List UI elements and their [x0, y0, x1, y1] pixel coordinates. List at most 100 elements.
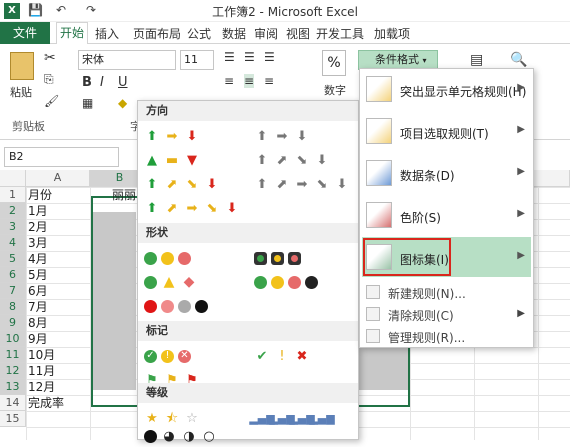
- row-header[interactable]: 7: [0, 283, 26, 299]
- menu-item[interactable]: 突出显示单元格规则(H) ▶: [360, 71, 533, 109]
- arrow-right-icon: ➡: [296, 176, 308, 192]
- row-header[interactable]: 13: [0, 379, 26, 395]
- row-header[interactable]: 11: [0, 347, 26, 363]
- icon-set-3-symbols[interactable]: ✔! ✖: [254, 345, 310, 367]
- tab-view[interactable]: 视图: [286, 25, 310, 42]
- icon-set-4-arrows-gray[interactable]: ⬆ ⬈ ⬊ ⬇: [254, 149, 330, 171]
- arrow-down-right-icon: ⬊: [206, 200, 218, 216]
- icon-set-3-symbols-circled[interactable]: ✓! ✕: [144, 345, 191, 367]
- cut-icon[interactable]: ✂: [44, 50, 56, 66]
- row-header[interactable]: 14: [0, 395, 26, 411]
- tab-data[interactable]: 数据: [222, 25, 246, 42]
- paste-icon[interactable]: [10, 52, 34, 80]
- icon-set-quarters[interactable]: ◕ ◑ ○: [144, 425, 217, 447]
- underline-button[interactable]: U: [118, 75, 128, 90]
- name-box[interactable]: B2: [4, 147, 119, 167]
- row-header[interactable]: 15: [0, 411, 26, 427]
- row-header[interactable]: 12: [0, 363, 26, 379]
- tab-review[interactable]: 审阅: [254, 25, 278, 42]
- italic-button[interactable]: I: [100, 75, 104, 90]
- align-center-icon[interactable]: ≡: [244, 74, 255, 88]
- tab-developer[interactable]: 开发工具: [316, 25, 364, 42]
- font-name-select[interactable]: 宋体: [78, 50, 176, 70]
- align-middle-icon[interactable]: ☰: [244, 50, 255, 64]
- tab-insert[interactable]: 插入: [95, 25, 119, 42]
- icon-set-3-arrows-gray[interactable]: ⬆ ➡ ⬇: [254, 125, 310, 147]
- arrow-up-right-icon: ⬈: [276, 176, 288, 192]
- tab-file[interactable]: 文件: [0, 22, 50, 44]
- cell-a[interactable]: 1月: [28, 203, 48, 219]
- cell-a[interactable]: 完成率: [28, 395, 64, 411]
- row-header[interactable]: 9: [0, 315, 26, 331]
- conditional-format-button[interactable]: 条件格式 ▾: [358, 50, 438, 70]
- select-all-corner[interactable]: [0, 170, 26, 187]
- icon-set-3-triangles[interactable]: ▲ ▬ ▼: [144, 149, 200, 171]
- arrow-right-icon: ➡: [186, 200, 198, 216]
- menu-item[interactable]: 数据条(D) ▶: [360, 155, 533, 193]
- cell-a[interactable]: 2月: [28, 219, 48, 235]
- align-top-icon[interactable]: ☰: [224, 50, 235, 64]
- cell-a[interactable]: 8月: [28, 315, 48, 331]
- menu-item[interactable]: 管理规则(R)...: [360, 325, 533, 347]
- menu-item[interactable]: 新建规则(N)...: [360, 281, 533, 303]
- fill-color-icon[interactable]: ◆: [118, 96, 127, 110]
- cell-a[interactable]: 9月: [28, 331, 48, 347]
- icon-set-3-signs[interactable]: ▲ ◆: [144, 271, 197, 293]
- menu-item[interactable]: 色阶(S) ▶: [360, 197, 533, 235]
- row-header[interactable]: 10: [0, 331, 26, 347]
- red-diamond-icon: ◆: [183, 274, 195, 290]
- row-header[interactable]: 2: [0, 203, 26, 219]
- arrow-up-right-icon: ⬈: [276, 152, 288, 168]
- icon-set-3-traffic-lights[interactable]: [144, 247, 191, 269]
- cell-a[interactable]: 3月: [28, 235, 48, 251]
- red-circle-icon: [144, 299, 157, 313]
- number-label[interactable]: 数字: [324, 82, 346, 98]
- align-right-icon[interactable]: ≡: [264, 74, 274, 88]
- format-painter-icon[interactable]: 🖌: [44, 94, 59, 108]
- cell-b1[interactable]: 丽丽: [112, 187, 136, 203]
- cell-a[interactable]: 4月: [28, 251, 48, 267]
- cell-a[interactable]: 12月: [28, 379, 55, 395]
- icon-set-4-traffic-lights[interactable]: [254, 271, 318, 293]
- icon-set-4-ratings[interactable]: ▂▄▆ ▂▄▆ ▂▄▆ ▂▄▆: [249, 407, 334, 429]
- align-left-icon[interactable]: ≡: [224, 74, 234, 88]
- copy-icon[interactable]: ⎘: [44, 72, 54, 87]
- font-size-select[interactable]: 11: [180, 50, 214, 70]
- cells-icon[interactable]: ▤: [470, 52, 483, 68]
- row-header[interactable]: 1: [0, 187, 26, 203]
- column-header-a[interactable]: A: [26, 170, 90, 187]
- tab-page-layout[interactable]: 页面布局: [133, 25, 181, 42]
- row-header[interactable]: 6: [0, 267, 26, 283]
- find-icon[interactable]: 🔍: [510, 52, 527, 68]
- cell-a[interactable]: 5月: [28, 267, 48, 283]
- align-bottom-icon[interactable]: ☰: [264, 50, 275, 64]
- row-header[interactable]: 5: [0, 251, 26, 267]
- icon-set-5-arrows-gray[interactable]: ⬆ ⬈ ➡ ⬊ ⬇: [254, 173, 350, 195]
- menu-item[interactable]: 图标集(I) ▶: [360, 239, 533, 277]
- icon-set-3-traffic-lights-rimmed[interactable]: [254, 247, 301, 269]
- icon-set-red-to-black[interactable]: [144, 295, 208, 317]
- menu-item-icon: [366, 160, 392, 186]
- icon-set-4-arrows-colored[interactable]: ⬆ ⬈ ⬊ ⬇: [144, 173, 220, 195]
- icon-set-5-arrows-colored[interactable]: ⬆ ⬈ ➡ ⬊ ⬇: [144, 197, 240, 219]
- percent-button[interactable]: %: [322, 50, 346, 76]
- tab-home[interactable]: 开始: [56, 22, 88, 44]
- icon-set-3-arrows-colored[interactable]: ⬆ ➡ ⬇: [144, 125, 200, 147]
- paste-label[interactable]: 粘贴: [10, 84, 32, 100]
- cell-a[interactable]: 月份: [28, 187, 52, 203]
- cell-a[interactable]: 11月: [28, 363, 55, 379]
- row-header[interactable]: 3: [0, 219, 26, 235]
- borders-icon[interactable]: ▦: [82, 96, 93, 110]
- row-header[interactable]: 8: [0, 299, 26, 315]
- menu-item[interactable]: 项目选取规则(T) ▶: [360, 113, 533, 151]
- arrow-up-icon: ⬆: [146, 200, 158, 216]
- chevron-right-icon: ▶: [517, 208, 525, 219]
- cell-a[interactable]: 6月: [28, 283, 48, 299]
- bold-button[interactable]: B: [82, 75, 92, 90]
- cell-a[interactable]: 7月: [28, 299, 48, 315]
- tab-formula[interactable]: 公式: [187, 25, 211, 42]
- tab-addins[interactable]: 加载项: [374, 25, 410, 42]
- cell-a[interactable]: 10月: [28, 347, 55, 363]
- menu-item[interactable]: 清除规则(C) ▶: [360, 303, 533, 325]
- row-header[interactable]: 4: [0, 235, 26, 251]
